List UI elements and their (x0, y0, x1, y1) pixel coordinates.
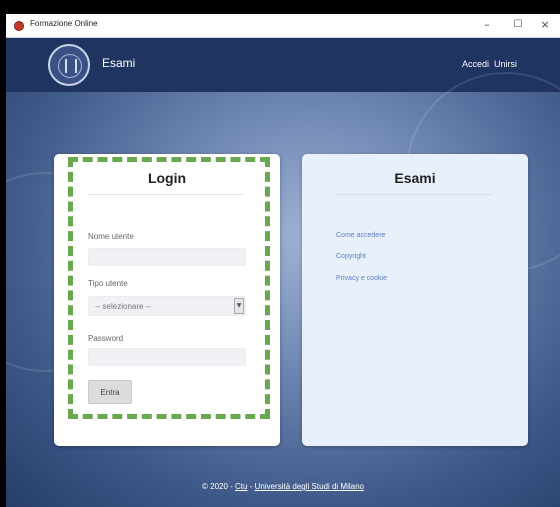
footer: © 2020 - Ctu - Università degli Studi di… (6, 482, 560, 491)
footer-link-ctu[interactable]: Ctu (235, 482, 247, 491)
link-how-to-access[interactable]: Come accedere (336, 232, 385, 239)
link-copyright[interactable]: Copyright (336, 253, 366, 260)
exams-title: Esami (394, 170, 436, 186)
site-title[interactable]: Esami (102, 56, 135, 70)
title-bar: Formazione Online – ☐ × (6, 14, 560, 38)
maximize-button[interactable]: ☐ (507, 17, 529, 33)
footer-copyright: © 2020 - (202, 482, 236, 491)
divider (88, 194, 244, 195)
username-label: Nome utente (88, 232, 134, 241)
password-label: Password (88, 334, 124, 343)
university-seal-logo[interactable] (48, 44, 90, 86)
exams-card: Esami Come accedere Copyright Privacy e … (302, 154, 528, 446)
footer-separator: - (247, 482, 255, 491)
user-type-label: Tipo utente (88, 279, 128, 288)
user-type-select[interactable]: -- selezionare -- ▼ (88, 296, 246, 316)
link-privacy-cookie[interactable]: Privacy e cookie (336, 275, 387, 282)
window-title: Formazione Online (30, 19, 98, 28)
username-input[interactable] (88, 248, 246, 266)
divider (336, 194, 492, 195)
nav-link-login[interactable]: Accedi (462, 59, 489, 69)
app-icon (14, 21, 24, 31)
login-submit-button[interactable]: Entra (88, 380, 132, 404)
footer-link-university[interactable]: Università degli Studi di Milano (255, 482, 364, 491)
user-type-selected-value: -- selezionare -- (95, 302, 152, 311)
nav-link-join[interactable]: Unirsi (494, 59, 517, 69)
app-window: Formazione Online – ☐ × Esami Accedi Uni… (6, 14, 560, 507)
password-input[interactable] (88, 348, 246, 366)
login-card: Login Nome utente Tipo utente -- selezio… (54, 154, 280, 446)
close-button[interactable]: × (534, 17, 556, 33)
login-title: Login (147, 170, 187, 186)
minimize-button[interactable]: – (476, 17, 498, 33)
chevron-down-icon[interactable]: ▼ (234, 298, 244, 314)
